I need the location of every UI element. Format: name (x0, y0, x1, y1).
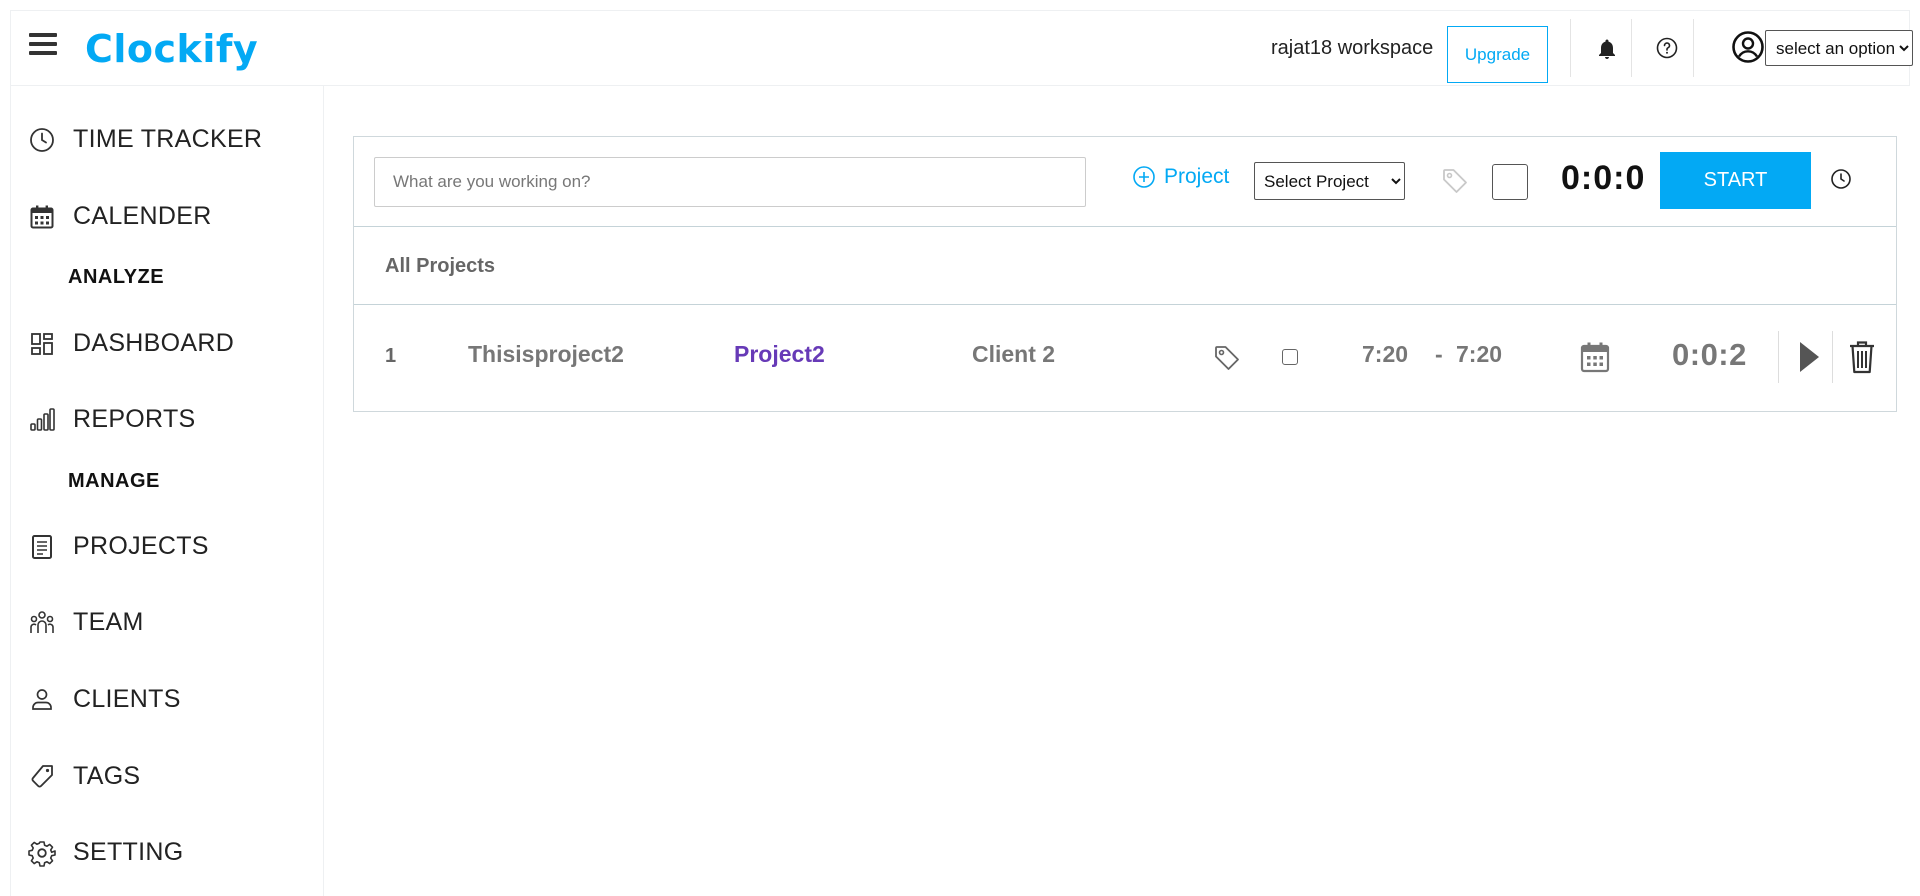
header-divider (1631, 19, 1632, 77)
sidebar-item-label: TAGS (73, 762, 141, 790)
sidebar-item-clients[interactable]: CLIENTS (28, 685, 181, 714)
sidebar-item-reports[interactable]: REPORTS (28, 405, 196, 434)
clock-icon[interactable] (1830, 168, 1852, 190)
bar-chart-icon (30, 407, 55, 431)
tracker-bar: Project Select Project 0:0:0 START (354, 137, 1896, 227)
sidebar-item-label: PROJECTS (73, 532, 209, 560)
workspace-name: rajat18 workspace (1271, 37, 1434, 59)
time-tracker-card: Project Select Project 0:0:0 START All P… (353, 136, 1897, 412)
header-divider (1570, 19, 1571, 77)
sidebar-item-dashboard[interactable]: DASHBOARD (28, 329, 234, 358)
tag-icon[interactable] (1440, 166, 1470, 196)
entry-time-separator: - (1435, 341, 1443, 367)
sidebar-item-calender[interactable]: CALENDER (28, 202, 212, 231)
logo-text: Clockify (85, 27, 259, 71)
section-title-manage: MANAGE (68, 470, 160, 492)
help-icon[interactable] (1655, 36, 1679, 60)
clockify-logo[interactable]: Clockify (85, 27, 259, 71)
sidebar-item-label: DASHBOARD (73, 329, 235, 357)
entry-divider (1778, 331, 1779, 383)
gear-icon (28, 840, 56, 867)
top-header: Clockify rajat18 workspace Upgrade selec… (10, 10, 1913, 86)
play-icon[interactable] (1796, 339, 1822, 375)
time-entry-row: 1 Thisisproject2 Project2 Client 2 7:20 … (354, 305, 1896, 411)
dashboard-icon (31, 332, 53, 355)
sidebar: TIME TRACKER CALENDER ANALYZE DASHBOARD (10, 86, 324, 896)
team-icon (30, 610, 54, 633)
sidebar-item-label: TEAM (73, 608, 144, 636)
sidebar-item-label: REPORTS (73, 405, 196, 433)
sidebar-item-label: CALENDER (73, 202, 212, 230)
entry-start-time[interactable]: 7:20 (1362, 341, 1408, 368)
sidebar-item-label: TIME TRACKER (73, 125, 263, 153)
project-select[interactable]: Select Project (1254, 162, 1405, 200)
add-project-button[interactable]: Project (1132, 165, 1229, 189)
sidebar-item-projects[interactable]: PROJECTS (28, 532, 209, 561)
app-page: Clockify rajat18 workspace Upgrade selec… (0, 0, 1920, 896)
calendar-icon (30, 205, 54, 228)
description-input[interactable] (374, 157, 1086, 207)
tag-icon[interactable] (1212, 343, 1242, 373)
start-button[interactable]: START (1660, 152, 1811, 209)
document-icon (32, 534, 52, 559)
plus-circle-icon (1133, 166, 1155, 188)
tag-icon (31, 764, 53, 787)
entry-description[interactable]: Thisisproject2 (468, 341, 624, 368)
project-link-label: Project (1164, 165, 1230, 188)
entry-billable-checkbox[interactable] (1282, 349, 1298, 365)
hamburger-menu-icon[interactable] (29, 33, 57, 57)
entry-project[interactable]: Project2 (734, 341, 825, 368)
sidebar-item-label: SETTING (73, 838, 184, 866)
calendar-icon[interactable] (1580, 341, 1610, 373)
entry-number: 1 (385, 345, 397, 367)
all-projects-header: All Projects (354, 227, 1896, 305)
clock-icon (30, 127, 54, 152)
upgrade-button[interactable]: Upgrade (1447, 26, 1548, 83)
timer-display: 0:0:0 (1561, 159, 1646, 197)
billable-checkbox[interactable] (1492, 164, 1528, 200)
bell-icon[interactable] (1595, 37, 1619, 61)
trash-icon[interactable] (1847, 339, 1877, 375)
section-title-analyze: ANALYZE (68, 266, 165, 288)
entry-divider (1832, 331, 1833, 383)
user-options-select[interactable]: select an option (1765, 30, 1913, 66)
sidebar-item-time-tracker[interactable]: TIME TRACKER (28, 125, 262, 154)
sidebar-item-label: CLIENTS (73, 685, 181, 713)
sidebar-item-setting[interactable]: SETTING (28, 838, 183, 867)
entry-end-time[interactable]: 7:20 (1456, 341, 1502, 368)
user-avatar-icon[interactable] (1731, 30, 1765, 64)
person-icon (32, 688, 52, 710)
entry-client: Client 2 (972, 341, 1056, 367)
header-divider (1693, 19, 1694, 77)
sidebar-item-tags[interactable]: TAGS (28, 762, 140, 791)
all-projects-title: All Projects (385, 255, 496, 277)
entry-duration: 0:0:2 (1672, 337, 1747, 372)
sidebar-item-team[interactable]: TEAM (28, 608, 144, 637)
